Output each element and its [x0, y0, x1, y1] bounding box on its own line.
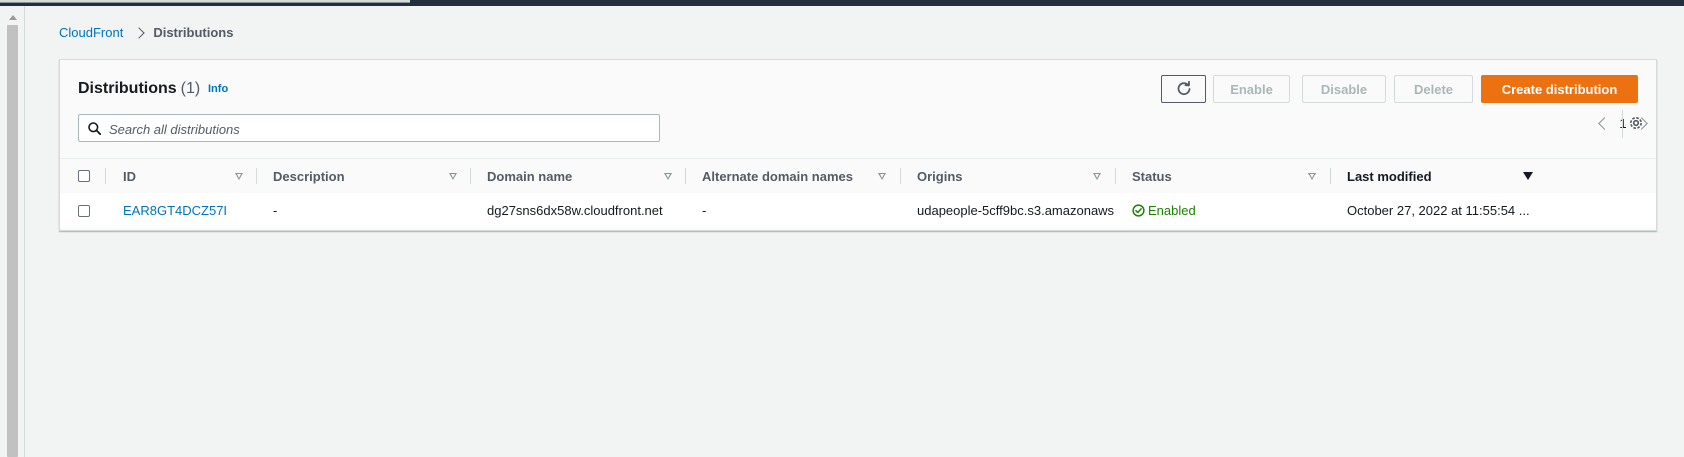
column-header-origins[interactable]: Origins — [917, 159, 963, 193]
column-divider[interactable] — [470, 168, 471, 184]
chevron-left-icon[interactable] — [1598, 117, 1611, 130]
sort-icon[interactable] — [235, 173, 243, 180]
cell-origins: udapeople-5cff9bc.s3.amazonaws.c — [917, 203, 1115, 218]
page-scrollbar[interactable] — [0, 6, 25, 457]
table-header-row: ID Description Domain name Alternate dom… — [60, 158, 1656, 194]
pager-divider — [1622, 110, 1623, 138]
sort-icon[interactable] — [878, 173, 886, 180]
status-indicator: Enabled — [1132, 203, 1196, 218]
check-circle-icon — [1132, 204, 1145, 217]
column-header-alternate-domain-names[interactable]: Alternate domain names — [702, 159, 853, 193]
column-header-status[interactable]: Status — [1132, 159, 1172, 193]
cell-last-modified: October 27, 2022 at 11:55:54 ... — [1347, 203, 1530, 218]
column-divider[interactable] — [685, 168, 686, 184]
gear-icon[interactable] — [1628, 115, 1644, 131]
cell-status: Enabled — [1132, 193, 1327, 228]
select-all-checkbox[interactable] — [78, 170, 90, 182]
sort-icon[interactable] — [449, 173, 457, 180]
column-header-id[interactable]: ID — [123, 159, 136, 193]
sort-icon[interactable] — [664, 173, 672, 180]
breadcrumb-cloudfront-link[interactable]: CloudFront — [59, 25, 123, 40]
column-header-domain-name[interactable]: Domain name — [487, 159, 572, 193]
column-header-description[interactable]: Description — [273, 159, 345, 193]
create-distribution-button[interactable]: Create distribution — [1481, 75, 1638, 103]
breadcrumb: CloudFront Distributions — [59, 25, 233, 40]
cell-alternate-domain-names: - — [702, 203, 707, 218]
search-icon — [88, 122, 101, 135]
cell-domain-name: dg27sns6dx58w.cloudfront.net — [487, 203, 663, 218]
status-text: Enabled — [1148, 203, 1196, 218]
column-divider[interactable] — [900, 168, 901, 184]
page-title: Distributions (1) — [78, 80, 200, 98]
column-divider[interactable] — [1330, 168, 1331, 184]
panel-header: Distributions (1) Info Enable Disable Del… — [60, 60, 1656, 158]
column-header-last-modified[interactable]: Last modified — [1347, 159, 1432, 193]
search-input[interactable] — [107, 117, 656, 141]
current-page-number[interactable]: 1 — [1619, 116, 1627, 131]
breadcrumb-current: Distributions — [153, 25, 234, 40]
distributions-panel: Distributions (1) Info Enable Disable Del… — [59, 59, 1657, 231]
address-bar-edge — [0, 0, 410, 3]
refresh-icon — [1177, 81, 1190, 96]
column-divider — [105, 168, 106, 184]
sort-icon[interactable] — [1093, 173, 1101, 180]
disable-button[interactable]: Disable — [1302, 75, 1386, 103]
info-link[interactable]: Info — [208, 83, 228, 95]
table-row[interactable]: EAR8GT4DCZ57I - dg27sns6dx58w.cloudfront… — [60, 193, 1656, 228]
cell-id: EAR8GT4DCZ57I — [123, 193, 253, 228]
column-divider[interactable] — [1115, 168, 1116, 184]
panel-title-text: Distributions — [78, 80, 177, 97]
search-field[interactable] — [78, 114, 660, 142]
column-divider[interactable] — [256, 168, 257, 184]
distribution-count: (1) — [180, 80, 201, 97]
distribution-id-link[interactable]: EAR8GT4DCZ57I — [123, 203, 227, 218]
refresh-button[interactable] — [1161, 75, 1206, 103]
sort-icon[interactable] — [1308, 173, 1316, 180]
delete-button[interactable]: Delete — [1394, 75, 1473, 103]
row-checkbox[interactable] — [78, 205, 90, 217]
scroll-up-icon[interactable] — [9, 15, 17, 20]
cell-description: - — [273, 203, 278, 218]
enable-button[interactable]: Enable — [1213, 75, 1290, 103]
sort-descending-icon[interactable] — [1523, 172, 1533, 180]
scroll-thumb[interactable] — [7, 25, 18, 457]
chevron-right-icon — [133, 26, 145, 39]
